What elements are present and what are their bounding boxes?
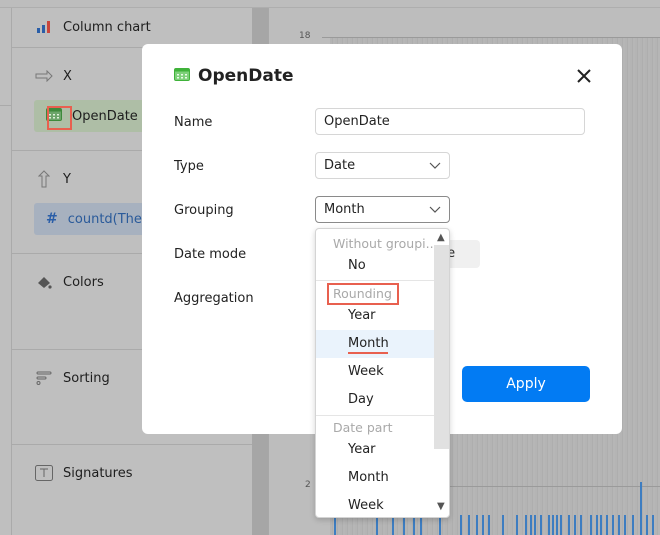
chart-type-section[interactable]: Column chart — [12, 8, 252, 48]
chart-type-label: Column chart — [63, 19, 151, 35]
type-select[interactable]: Date — [315, 152, 450, 179]
chart-bar — [640, 482, 642, 535]
y-tick-label: 18 — [299, 31, 311, 41]
chart-bar — [534, 515, 536, 535]
dropdown-divider — [316, 280, 434, 281]
dropdown-option-rounding-day[interactable]: Day — [316, 386, 434, 414]
section-signatures-label: Signatures — [63, 465, 133, 481]
chart-bar — [568, 515, 570, 535]
chart-bar — [476, 515, 478, 535]
paint-bucket-icon — [35, 274, 53, 290]
arrow-right-icon — [35, 68, 53, 84]
x-field-label: OpenDate — [72, 108, 138, 124]
chart-bar — [618, 515, 620, 535]
chart-bar — [403, 515, 405, 535]
chart-bar — [560, 515, 562, 535]
chart-bar — [392, 515, 394, 535]
chart-bar — [468, 515, 470, 535]
section-signatures[interactable]: Signatures — [12, 445, 252, 535]
text-box-icon — [35, 465, 53, 481]
section-y-label: Y — [63, 171, 71, 187]
chart-bar — [652, 515, 654, 535]
chart-bar — [420, 515, 422, 535]
name-label: Name — [174, 115, 213, 130]
chart-bar — [552, 515, 554, 535]
grouping-label: Grouping — [174, 203, 234, 218]
y-field-label: countd(The — [67, 211, 142, 227]
chart-bar — [556, 515, 558, 535]
highlight-annotation — [47, 106, 72, 130]
apply-button[interactable]: Apply — [462, 366, 590, 402]
dropdown-scrollbar-thumb[interactable] — [434, 245, 449, 449]
left-strip — [0, 8, 12, 535]
chart-bar — [548, 515, 550, 535]
arrow-up-icon — [35, 170, 53, 188]
grouping-dropdown[interactable]: Without groupi... No Rounding Year Month… — [315, 228, 450, 518]
scroll-up-icon[interactable]: ▲ — [437, 232, 445, 243]
chart-bar — [482, 515, 484, 535]
dropdown-option-datepart-month[interactable]: Month — [316, 464, 434, 492]
chevron-down-icon — [429, 206, 441, 213]
chart-bar — [596, 515, 598, 535]
gridline — [322, 37, 660, 38]
chart-bar — [516, 515, 518, 535]
section-sorting-label: Sorting — [63, 370, 110, 386]
chart-bar — [646, 515, 648, 535]
chart-bar — [632, 515, 634, 535]
dropdown-option-rounding-year[interactable]: Year — [316, 302, 434, 330]
chart-bar — [460, 515, 462, 535]
dropdown-group-label: Date part — [333, 420, 393, 435]
column-chart-icon — [35, 19, 53, 35]
dropdown-group-label: Without groupi... — [333, 236, 438, 251]
chart-bar — [612, 515, 614, 535]
chart-bar — [606, 515, 608, 535]
chart-bar — [413, 515, 415, 535]
sort-icon — [35, 370, 53, 386]
aggregation-label: Aggregation — [174, 291, 254, 306]
chart-bar — [574, 515, 576, 535]
chart-bar — [502, 515, 504, 535]
chart-bar — [376, 515, 378, 535]
type-select-value: Date — [324, 158, 356, 173]
calendar-icon — [174, 66, 190, 86]
section-x-label: X — [63, 68, 72, 84]
chevron-down-icon — [429, 162, 441, 169]
chart-bar — [540, 515, 542, 535]
chart-bar — [624, 515, 626, 535]
grouping-select-value: Month — [324, 202, 365, 217]
top-bar — [0, 0, 660, 8]
scroll-down-icon[interactable]: ▼ — [437, 501, 445, 512]
y-tick-label: 2 — [305, 480, 311, 490]
section-colors-label: Colors — [63, 274, 104, 290]
dialog-title-text: OpenDate — [198, 66, 294, 86]
name-input[interactable] — [315, 108, 585, 135]
chart-bar — [590, 515, 592, 535]
chart-bar — [525, 515, 527, 535]
chart-bar — [439, 515, 441, 535]
dropdown-option-datepart-year[interactable]: Year — [316, 436, 434, 464]
dropdown-option-no[interactable]: No — [316, 252, 434, 280]
close-button[interactable] — [574, 66, 594, 86]
highlight-underline — [348, 352, 388, 354]
type-label: Type — [174, 159, 204, 174]
chart-bar — [580, 515, 582, 535]
chart-bar — [488, 515, 490, 535]
dropdown-option-rounding-week[interactable]: Week — [316, 358, 434, 386]
chart-bar — [530, 515, 532, 535]
dropdown-divider — [316, 415, 434, 416]
chart-bar — [334, 515, 336, 535]
close-icon — [577, 69, 591, 83]
chart-bar — [600, 515, 602, 535]
date-mode-label: Date mode — [174, 247, 247, 262]
hash-icon: # — [46, 211, 58, 227]
dropdown-option-datepart-week[interactable]: Week — [316, 492, 434, 517]
dialog-title: OpenDate — [174, 66, 294, 86]
grouping-select[interactable]: Month — [315, 196, 450, 223]
